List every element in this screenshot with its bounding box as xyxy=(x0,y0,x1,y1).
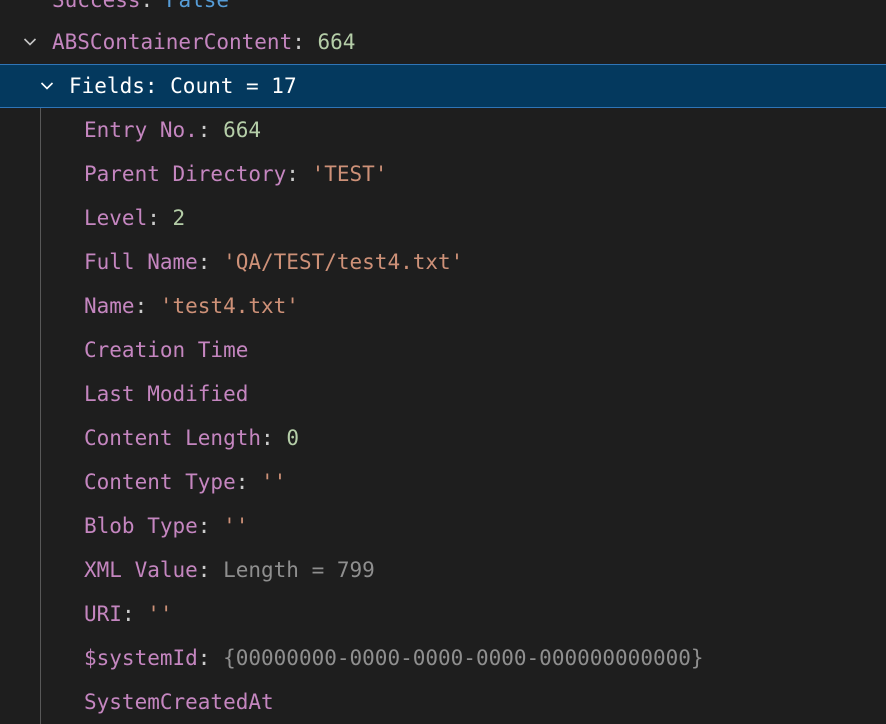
tree-row-label: Parent Directory: 'TEST' xyxy=(84,152,387,196)
tree-row-label: XML Value: Length = 799 xyxy=(84,548,375,592)
tree-row-label: Blob Type: '' xyxy=(84,504,248,548)
field-name: Blob Type xyxy=(84,514,198,538)
tree-row-label: Full Name: 'QA/TEST/test4.txt' xyxy=(84,240,463,284)
field-row[interactable]: URI: '' xyxy=(0,592,886,636)
field-name: XML Value xyxy=(84,558,198,582)
field-name: Level xyxy=(84,206,148,230)
variable-value: False xyxy=(165,0,230,12)
tree-row-label: Entry No.: 664 xyxy=(84,108,261,152)
field-value: 2 xyxy=(172,206,186,230)
field-row[interactable]: Entry No.: 664 xyxy=(0,108,886,152)
field-name: Content Length xyxy=(84,426,262,450)
variable-value: 664 xyxy=(317,30,356,54)
field-name: URI xyxy=(84,602,122,626)
field-name: Parent Directory xyxy=(84,162,287,186)
field-row[interactable]: Last Modified xyxy=(0,372,886,416)
field-row[interactable]: Full Name: 'QA/TEST/test4.txt' xyxy=(0,240,886,284)
separator: : xyxy=(147,206,173,230)
tree-row-label: SystemCreatedAt xyxy=(84,680,274,724)
field-row[interactable]: $systemId: {00000000-0000-0000-0000-0000… xyxy=(0,636,886,680)
separator: : xyxy=(140,0,166,12)
tree-row-success[interactable]: Success: False xyxy=(0,0,886,22)
separator: : xyxy=(235,470,262,494)
field-row[interactable]: Level: 2 xyxy=(0,196,886,240)
separator: : xyxy=(261,426,287,450)
variable-name: Fields xyxy=(69,74,145,98)
field-name: $systemId xyxy=(84,646,198,670)
field-name: Name xyxy=(84,294,135,318)
tree-row-label: Name: 'test4.txt' xyxy=(84,284,299,328)
tree-row-fields[interactable]: Fields: Count = 17 xyxy=(0,64,886,108)
field-name: Full Name xyxy=(84,250,198,274)
chevron-down-icon[interactable] xyxy=(36,65,58,107)
field-row[interactable]: Name: 'test4.txt' xyxy=(0,284,886,328)
field-name: Creation Time xyxy=(84,338,249,362)
separator: : xyxy=(197,514,224,538)
variable-value: Count = 17 xyxy=(170,74,297,98)
field-name: Content Type xyxy=(84,470,236,494)
tree-row-label: Success: False xyxy=(52,0,229,22)
separator: : xyxy=(144,74,171,98)
tree-row-abscontainercontent[interactable]: ABSContainerContent: 664 xyxy=(0,20,886,64)
variable-name: ABSContainerContent xyxy=(52,30,293,54)
field-row[interactable]: Creation Time xyxy=(0,328,886,372)
field-name: Last Modified xyxy=(84,382,249,406)
separator: : xyxy=(286,162,312,186)
tree-row-label: Creation Time xyxy=(84,328,248,372)
field-value: Length = 799 xyxy=(223,558,375,582)
tree-row-label: Fields: Count = 17 xyxy=(69,65,297,107)
tree-row-label: $systemId: {00000000-0000-0000-0000-0000… xyxy=(84,636,704,680)
separator: : xyxy=(197,250,224,274)
separator: : xyxy=(197,558,224,582)
tree-row-label: Content Length: 0 xyxy=(84,416,299,460)
field-value: '' xyxy=(223,514,249,538)
separator: : xyxy=(197,646,224,670)
field-value: 664 xyxy=(223,118,262,142)
separator: : xyxy=(121,602,148,626)
tree-row-label: Level: 2 xyxy=(84,196,185,240)
separator: : xyxy=(134,294,160,318)
tree-row-label: Content Type: '' xyxy=(84,460,286,504)
field-row[interactable]: SystemCreatedAt xyxy=(0,680,886,724)
field-value: {00000000-0000-0000-0000-000000000000} xyxy=(223,646,704,670)
field-value: 'test4.txt' xyxy=(159,294,299,318)
field-value: 'QA/TEST/test4.txt' xyxy=(223,250,464,274)
variable-name: Success xyxy=(52,0,141,12)
field-value: '' xyxy=(147,602,173,626)
field-row[interactable]: Content Type: '' xyxy=(0,460,886,504)
field-value: 'TEST' xyxy=(311,162,388,186)
chevron-down-icon[interactable] xyxy=(19,20,41,64)
field-row[interactable]: Parent Directory: 'TEST' xyxy=(0,152,886,196)
field-value: 0 xyxy=(286,426,299,450)
tree-row-label: URI: '' xyxy=(84,592,173,636)
field-row[interactable]: Content Length: 0 xyxy=(0,416,886,460)
field-value: '' xyxy=(261,470,287,494)
field-name: Entry No. xyxy=(84,118,198,142)
tree-row-label: ABSContainerContent: 664 xyxy=(52,20,355,64)
field-row[interactable]: XML Value: Length = 799 xyxy=(0,548,886,592)
tree-row-label: Last Modified xyxy=(84,372,248,416)
separator: : xyxy=(197,118,224,142)
separator: : xyxy=(292,30,318,54)
field-row[interactable]: Blob Type: '' xyxy=(0,504,886,548)
field-name: SystemCreatedAt xyxy=(84,690,274,714)
